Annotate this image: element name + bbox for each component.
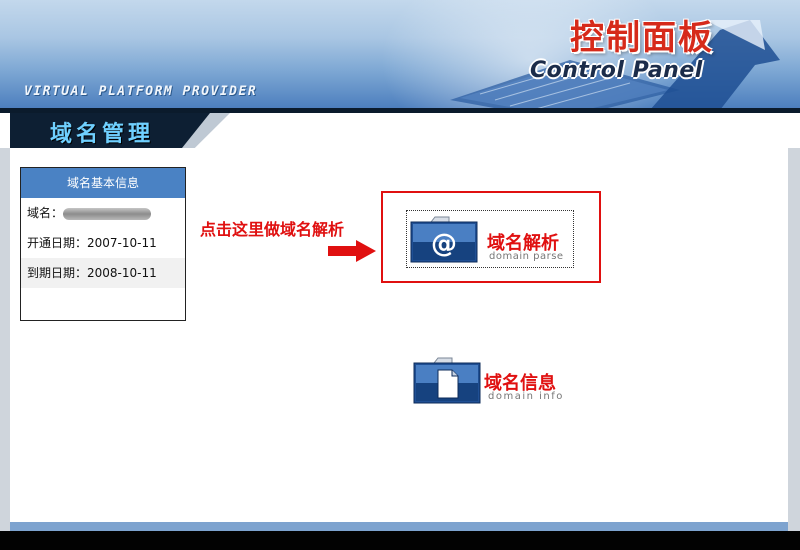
- info-label: 域名：: [27, 206, 64, 220]
- svg-text:@: @: [431, 229, 457, 259]
- info-value: 2008-10-11: [87, 266, 157, 280]
- frame-left: [0, 148, 10, 550]
- domain-info-sublabel: domain info: [488, 391, 564, 402]
- info-row-domain: 域名：: [21, 198, 185, 228]
- info-box-header: 域名基本信息: [21, 168, 185, 198]
- frame-right: [788, 148, 800, 550]
- footer-bar: [0, 531, 800, 550]
- info-value: 2007-10-11: [87, 236, 157, 250]
- section-bar: 域名管理: [0, 108, 800, 148]
- control-panel-title: 控制面板: [570, 18, 714, 58]
- at-sign-folder-icon: @: [410, 216, 478, 263]
- domain-info-button[interactable]: 域名信息 domain info: [410, 352, 578, 410]
- info-label: 到期日期：: [27, 266, 88, 280]
- info-row-open-date: 开通日期：2007-10-11: [21, 228, 185, 258]
- domain-parse-button[interactable]: @ 域名解析 domain parse: [406, 210, 574, 268]
- domain-parse-sublabel: domain parse: [489, 251, 564, 262]
- redacted-domain: [63, 207, 152, 220]
- section-divider: [0, 108, 800, 113]
- control-panel-subtitle: Control Panel: [530, 58, 703, 83]
- header-banner: VIRTUAL PLATFORM PROVIDER 控制面板 Control P…: [0, 0, 800, 108]
- document-folder-icon: [413, 357, 481, 404]
- banner-tagline: VIRTUAL PLATFORM PROVIDER: [24, 84, 258, 99]
- parse-hint-text: 点击这里做域名解析: [200, 220, 345, 239]
- domain-info-box: 域名基本信息 域名： 开通日期：2007-10-11 到期日期：2008-10-…: [20, 167, 186, 321]
- section-title: 域名管理: [50, 122, 155, 147]
- arrow-right-icon: [328, 240, 376, 262]
- footer-stripe: [10, 522, 788, 531]
- info-row-expire-date: 到期日期：2008-10-11: [21, 258, 185, 288]
- info-label: 开通日期：: [27, 236, 88, 250]
